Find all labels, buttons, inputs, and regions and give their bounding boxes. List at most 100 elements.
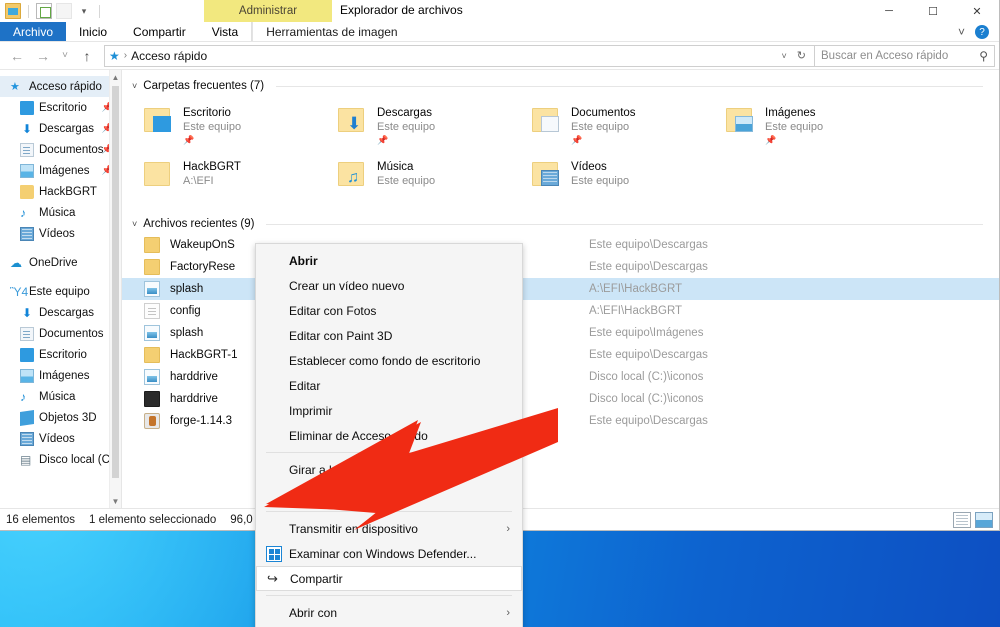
sidebar-item-m-sica[interactable]: ♪ Música [0,202,121,223]
sidebar-item-escritorio[interactable]: Escritorio [0,344,121,365]
navigation-scrollbar[interactable]: ▲ ▼ [109,70,121,508]
pin-icon[interactable]: 📌 [571,134,636,146]
recent-file-path: A:\EFI\HackBGRT [589,283,683,295]
address-dropdown-icon[interactable]: ˅ [776,51,793,61]
context-menu-item[interactable]: Abrir [256,248,522,273]
context-menu-item[interactable]: Girar a la izquierda [256,482,522,507]
recent-file-row[interactable]: splash A:\EFI\HackBGRT [122,278,999,300]
image-icon [144,281,160,297]
sidebar-item-m-sica[interactable]: ♪ Música [0,386,121,407]
recent-file-path: Este equipo\Descargas [589,415,708,427]
close-button[interactable]: ✕ [955,0,999,22]
recent-file-row[interactable]: splash Este equipo\Imágenes [122,322,999,344]
pin-star-icon: ★ [10,80,20,93]
chevron-down-icon[interactable]: ˅ [132,81,137,91]
properties-icon[interactable] [36,3,52,19]
frequent-folder-item[interactable]: ♫ Música Este equipo [338,156,532,208]
chevron-down-icon[interactable]: ˅ [132,219,137,229]
frequent-folder-item[interactable]: Imágenes Este equipo 📌 [726,102,920,154]
context-menu-item[interactable]: Editar [256,373,522,398]
scroll-down-icon[interactable]: ▼ [110,494,121,508]
sidebar-item-documentos[interactable]: Documentos 📌 [0,139,121,160]
contextual-manage-tab[interactable]: Administrar [204,0,332,22]
folder-location: Este equipo [571,121,630,133]
explorer-icon[interactable] [5,3,21,19]
search-box[interactable]: ⚲ [815,44,995,67]
context-menu-item[interactable]: ↪ Compartir [256,566,522,591]
sidebar-item-objetos-3d[interactable]: Objetos 3D [0,407,121,428]
sidebar-item-escritorio[interactable]: Escritorio 📌 [0,97,121,118]
context-menu-item[interactable]: Examinar con Windows Defender... [256,541,522,566]
context-menu-item[interactable]: Editar con Fotos [256,298,522,323]
recent-files-header[interactable]: ˅ Archivos recientes (9) [122,214,999,234]
address-bar[interactable]: ★ › Acceso rápido ˅ ↻ [104,44,815,67]
customize-caret-icon[interactable]: ▾ [76,3,92,19]
sidebar-item-documentos[interactable]: Documentos [0,323,121,344]
tab-vista[interactable]: Vista [199,22,251,42]
tab-compartir[interactable]: Compartir [120,22,199,42]
pin-icon[interactable]: 📌 [183,134,241,146]
tab-archivo[interactable]: Archivo [0,22,67,42]
minimize-button[interactable]: ─ [867,0,911,22]
undo-icon[interactable] [56,3,72,19]
sidebar-item-im-genes[interactable]: Imágenes 📌 [0,160,121,181]
sidebar-item-v-deos[interactable]: Vídeos [0,428,121,449]
frequent-folders-header[interactable]: ˅ Carpetas frecuentes (7) [122,76,999,96]
frequent-folder-item[interactable]: Documentos Este equipo 📌 [532,102,726,154]
image-icon [144,369,160,385]
breadcrumb-path[interactable]: Acceso rápido [131,49,207,63]
header-rule [276,85,983,87]
recent-file-path: Este equipo\Descargas [589,239,708,251]
search-icon[interactable]: ⚲ [979,49,988,63]
search-input[interactable] [821,49,980,62]
recent-file-row[interactable]: harddrive Disco local (C:)\iconos [122,388,999,410]
context-menu-item[interactable]: Establecer como fondo de escritorio [256,348,522,373]
back-button[interactable]: ← [4,44,30,68]
frequent-folder-item[interactable]: HackBGRT A:\EFI [144,156,338,208]
sidebar-item-este-equipo[interactable]: Ὓ4 Este equipo [0,281,121,302]
sidebar-item-acceso-r-pido[interactable]: ★ Acceso rápido [0,76,121,97]
sidebar-item-onedrive[interactable]: ☁ OneDrive [0,252,121,273]
context-menu-item[interactable]: Crear un vídeo nuevo [256,273,522,298]
sidebar-item-descargas[interactable]: ⬇ Descargas [0,302,121,323]
sidebar-item-descargas[interactable]: ⬇ Descargas 📌 [0,118,121,139]
frequent-folder-item[interactable]: Vídeos Este equipo [532,156,726,208]
tab-herramientas-de-imagen[interactable]: Herramientas de imagen [252,22,410,42]
recent-file-row[interactable]: harddrive Disco local (C:)\iconos [122,366,999,388]
pin-icon[interactable]: 📌 [377,134,435,146]
frequent-folder-item[interactable]: Escritorio Este equipo 📌 [144,102,338,154]
forward-button[interactable]: → [30,44,56,68]
sidebar-item-im-genes[interactable]: Imágenes [0,365,121,386]
recent-file-row[interactable]: HackBGRT-1 Este equipo\Descargas [122,344,999,366]
scrollbar-thumb[interactable] [112,86,119,478]
sidebar-item-hackbgrt[interactable]: HackBGRT [0,181,121,202]
sidebar-item-label: Objetos 3D [39,411,97,424]
refresh-icon[interactable]: ↻ [797,49,810,62]
details-view-icon[interactable] [953,511,971,528]
recent-file-row[interactable]: WakeupOnS Este equipo\Descargas [122,234,999,256]
sidebar-item-v-deos[interactable]: Vídeos [0,223,121,244]
video-icon [20,431,34,446]
recent-file-row[interactable]: FactoryRese Este equipo\Descargas [122,256,999,278]
maximize-button[interactable]: ☐ [911,0,955,22]
context-menu-item[interactable]: Eliminar de Acceso rápido [256,423,522,448]
context-menu-item[interactable]: Imprimir [256,398,522,423]
recent-locations-button[interactable]: ˅ [56,44,74,68]
recent-file-row[interactable]: forge-1.14.3 Este equipo\Descargas [122,410,999,432]
context-menu-item[interactable]: Girar a la derecha [256,457,522,482]
context-menu-item[interactable]: Transmitir en dispositivo › [256,516,522,541]
context-menu-item[interactable]: Editar con Paint 3D [256,323,522,348]
java-icon [144,413,160,429]
help-button[interactable]: ? [973,22,999,42]
pin-icon[interactable]: 📌 [765,134,823,146]
up-button[interactable]: ↑ [74,44,100,68]
scroll-up-icon[interactable]: ▲ [110,70,121,84]
tab-inicio[interactable]: Inicio [66,22,120,42]
sidebar-item-disco-local-c[interactable]: ▤ Disco local (C:) [0,449,121,470]
thumbnails-view-icon[interactable] [975,511,993,528]
recent-file-row[interactable]: config A:\EFI\HackBGRT [122,300,999,322]
frequent-folder-item[interactable]: ⬇ Descargas Este equipo 📌 [338,102,532,154]
context-menu-item[interactable]: Abrir con › [256,600,522,625]
sidebar-item-label: Descargas [39,306,94,319]
ribbon-expand-button[interactable]: ˅ [950,22,973,42]
